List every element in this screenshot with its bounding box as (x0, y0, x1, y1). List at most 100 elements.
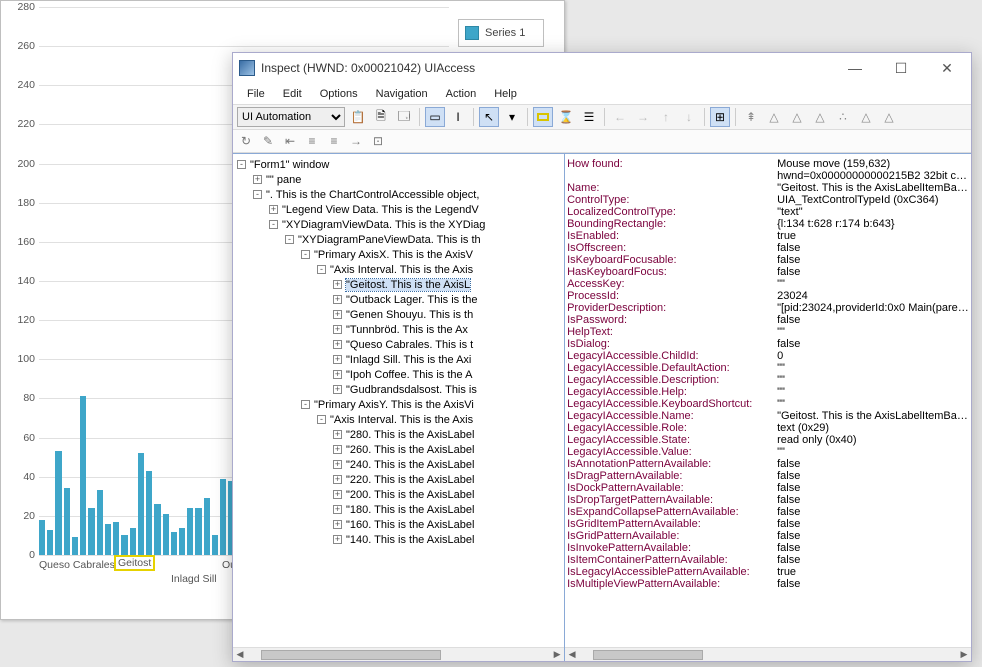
tree-toggle-icon[interactable]: + (253, 175, 262, 184)
maximize-button[interactable]: ☐ (881, 54, 921, 82)
doc-icon[interactable]: 🗎 (371, 107, 391, 127)
tree-node-label[interactable]: "Form1" window (250, 159, 329, 171)
menu-bar[interactable]: FileEditOptionsNavigationActionHelp (233, 83, 971, 105)
tree-node[interactable]: +"Gudbrandsdalsost. This is (237, 383, 564, 398)
tree-toggle-icon[interactable]: + (333, 325, 342, 334)
tree-node-label[interactable]: "260. This is the AxisLabel (346, 444, 474, 456)
tooltip-icon[interactable]: ▾ (502, 107, 522, 127)
nav-up-icon[interactable]: ↑ (656, 107, 676, 127)
close-button[interactable]: ✕ (927, 54, 967, 82)
highlight-icon[interactable] (533, 107, 553, 127)
tree-node-label[interactable]: "Tunnbröd. This is the Ax (346, 324, 468, 336)
tree-node-label[interactable]: "160. This is the AxisLabel (346, 519, 474, 531)
tree-toggle-icon[interactable]: + (333, 340, 342, 349)
step4-icon[interactable]: → (347, 132, 365, 150)
tree-node[interactable]: -"Axis Interval. This is the Axis (237, 413, 564, 428)
hierarchy1-icon[interactable]: ⇞ (741, 107, 761, 127)
tree-node[interactable]: + "Queso Cabrales. This is t (237, 338, 564, 353)
tree-toggle-icon[interactable]: + (333, 370, 342, 379)
rect-icon[interactable]: ▭ (425, 107, 445, 127)
hierarchy7-icon[interactable]: △ (879, 107, 899, 127)
tree-toggle-icon[interactable]: + (333, 505, 342, 514)
tree-node[interactable]: + "Legend View Data. This is the LegendV (237, 203, 564, 218)
tree-node-label[interactable]: ". This is the ChartControlAccessible ob… (266, 189, 479, 201)
hierarchy4-icon[interactable]: △ (810, 107, 830, 127)
tree-node[interactable]: + "Outback Lager. This is the (237, 293, 564, 308)
pointer-icon[interactable]: ↖ (479, 107, 499, 127)
tree-node[interactable]: + "160. This is the AxisLabel (237, 518, 564, 533)
tree-node[interactable]: + "Tunnbröd. This is the Ax (237, 323, 564, 338)
menu-item-edit[interactable]: Edit (275, 86, 310, 102)
tree-node-label[interactable]: "XYDiagramViewData. This is the XYDiag (282, 219, 485, 231)
tree-node[interactable]: + "200. This is the AxisLabel (237, 488, 564, 503)
nav-right-icon[interactable]: → (633, 107, 653, 127)
tree-node[interactable]: -". This is the ChartControlAccessible o… (237, 188, 564, 203)
tree-toggle-icon[interactable]: + (269, 205, 278, 214)
tree-node-label[interactable]: "" pane (266, 174, 301, 186)
tree-toggle-icon[interactable]: + (333, 280, 342, 289)
tree-toggle-icon[interactable]: - (269, 220, 278, 229)
tree-node[interactable]: + "180. This is the AxisLabel (237, 503, 564, 518)
tree-node[interactable]: -"XYDiagramPaneViewData. This is th (237, 233, 564, 248)
tree-node-label[interactable]: "Inlagd Sill. This is the Axi (346, 354, 471, 366)
tree-toggle-icon[interactable]: + (333, 310, 342, 319)
text-cursor-icon[interactable]: I (448, 107, 468, 127)
tree-node-label[interactable]: "Geitost. This is the AxisL (346, 279, 470, 291)
tree-toggle-icon[interactable]: - (237, 160, 246, 169)
tree-node[interactable]: -"Axis Interval. This is the Axis (237, 263, 564, 278)
props-icon[interactable]: 🗔 (394, 107, 414, 127)
tree-toggle-icon[interactable]: + (333, 490, 342, 499)
tree-node-label[interactable]: "Axis Interval. This is the Axis (330, 264, 473, 276)
tree-node[interactable]: -"Form1" window (237, 158, 564, 173)
step2-icon[interactable]: ≡ (303, 132, 321, 150)
minimize-button[interactable]: — (835, 54, 875, 82)
tree-node[interactable]: +"Genen Shouyu. This is th (237, 308, 564, 323)
hourglass-icon[interactable]: ⌛ (556, 107, 576, 127)
tree-toggle-icon[interactable]: - (317, 265, 326, 274)
tree-toggle-icon[interactable]: - (285, 235, 294, 244)
tree-node[interactable]: + "Ipoh Coffee. This is the A (237, 368, 564, 383)
right-hscrollbar[interactable]: ◀▶ (565, 647, 971, 661)
tree-node-label[interactable]: "XYDiagramPaneViewData. This is th (298, 234, 481, 246)
toolbar-main[interactable]: UI Automation 📋 🗎 🗔 ▭ I ↖ ▾ ⌛ ☰ ← → ↑ ↓ … (233, 105, 971, 130)
tree-node-label[interactable]: "280. This is the AxisLabel (346, 429, 474, 441)
hierarchy6-icon[interactable]: △ (856, 107, 876, 127)
tree-node-label[interactable]: "Axis Interval. This is the Axis (330, 414, 473, 426)
tree-node[interactable]: + "Inlagd Sill. This is the Axi (237, 353, 564, 368)
tree-toggle-icon[interactable]: - (317, 415, 326, 424)
tree-node-label[interactable]: "Ipoh Coffee. This is the A (346, 369, 472, 381)
mode-select[interactable]: UI Automation (237, 107, 345, 127)
toolbar-secondary[interactable]: ↻ ✎ ⇤ ≡ ≡ → ⊡ (233, 130, 971, 153)
brush-icon[interactable]: ✎ (259, 132, 277, 150)
nav-down-icon[interactable]: ↓ (679, 107, 699, 127)
tree-node-label[interactable]: "220. This is the AxisLabel (346, 474, 474, 486)
tree-node[interactable]: -"Primary AxisX. This is the AxisV (237, 248, 564, 263)
menu-item-help[interactable]: Help (486, 86, 525, 102)
tree-node-label[interactable]: "200. This is the AxisLabel (346, 489, 474, 501)
step1-icon[interactable]: ⇤ (281, 132, 299, 150)
hierarchy3-icon[interactable]: △ (787, 107, 807, 127)
tree-node[interactable]: + "Geitost. This is the AxisL (237, 278, 564, 293)
titlebar[interactable]: Inspect (HWND: 0x00021042) UIAccess — ☐ … (233, 53, 971, 83)
nav-left-icon[interactable]: ← (610, 107, 630, 127)
tree-node-label[interactable]: "140. This is the AxisLabel (346, 534, 474, 546)
tree-node-label[interactable]: "Outback Lager. This is the (346, 294, 478, 306)
tree-node-label[interactable]: "Queso Cabrales. This is t (346, 339, 473, 351)
tree-node[interactable]: +"240. This is the AxisLabel (237, 458, 564, 473)
tree-node-label[interactable]: "Gudbrandsdalsost. This is (346, 384, 477, 396)
tree-toggle-icon[interactable]: + (333, 295, 342, 304)
menu-item-action[interactable]: Action (438, 86, 485, 102)
tree-node[interactable]: +"140. This is the AxisLabel (237, 533, 564, 548)
tree-node[interactable]: -"XYDiagramViewData. This is the XYDiag (237, 218, 564, 233)
list-icon[interactable]: ☰ (579, 107, 599, 127)
tree-icon[interactable]: ⊞ (710, 107, 730, 127)
tree-node-label[interactable]: "Primary AxisX. This is the AxisV (314, 249, 473, 261)
tree-toggle-icon[interactable]: + (333, 355, 342, 364)
left-hscrollbar[interactable]: ◀▶ (233, 647, 564, 661)
menu-item-file[interactable]: File (239, 86, 273, 102)
tree-node-label[interactable]: "180. This is the AxisLabel (346, 504, 474, 516)
tree-toggle-icon[interactable]: - (301, 400, 310, 409)
tree-node-label[interactable]: "Legend View Data. This is the LegendV (282, 204, 479, 216)
tree-toggle-icon[interactable]: + (333, 520, 342, 529)
tree-node[interactable]: +"220. This is the AxisLabel (237, 473, 564, 488)
